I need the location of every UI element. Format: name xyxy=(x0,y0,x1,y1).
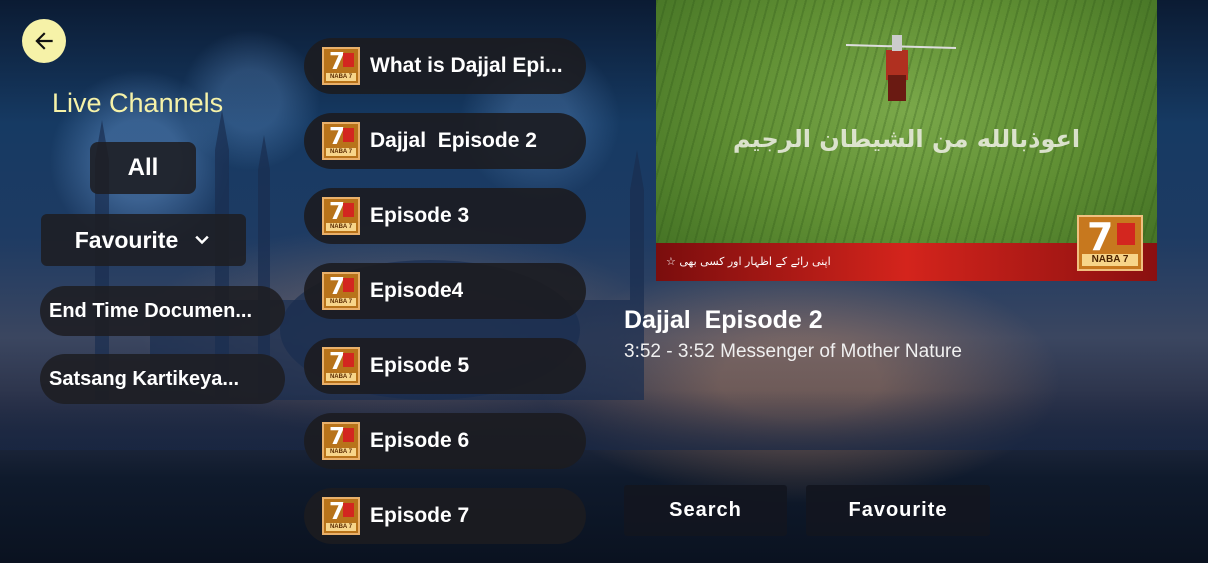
back-button[interactable] xyxy=(22,19,66,63)
channel-logo-icon: 7 NABA 7 xyxy=(322,347,360,385)
channel-name: Episode4 xyxy=(370,279,464,302)
favourite-dropdown-label: Favourite xyxy=(74,226,179,253)
channel-watermark-icon: 7 NABA 7 xyxy=(1077,215,1143,271)
arrow-left-icon xyxy=(35,32,53,50)
favourite-dropdown[interactable]: Favourite xyxy=(41,214,246,266)
page-title: Live Channels xyxy=(52,88,224,118)
category-item[interactable]: Satsang Kartikeya... xyxy=(40,354,285,404)
video-overlay-text: اعوذبالله من الشيطان الرجيم xyxy=(732,125,1081,153)
search-button-label: Search xyxy=(669,499,742,521)
now-playing-title: Dajjal Episode 2 xyxy=(624,306,823,334)
channel-logo-icon: 7 NABA 7 xyxy=(322,497,360,535)
channel-logo-icon: 7 NABA 7 xyxy=(322,272,360,310)
category-label: Satsang Kartikeya... xyxy=(49,367,240,390)
channel-item[interactable]: 7 NABA 7 Episode 5 xyxy=(304,338,586,394)
favourite-button-label: Favourite xyxy=(848,499,948,521)
category-label: End Time Documen... xyxy=(49,299,252,322)
channel-item[interactable]: 7 NABA 7 Episode 7 xyxy=(304,488,586,544)
channel-name: What is Dajjal Epi... xyxy=(370,54,563,77)
channel-logo-icon: 7 NABA 7 xyxy=(322,197,360,235)
channel-item[interactable]: 7 NABA 7 What is Dajjal Epi... xyxy=(304,38,586,94)
channel-name: Episode 3 xyxy=(370,204,470,227)
channel-name: Episode 7 xyxy=(370,504,470,527)
channel-name: Dajjal Episode 2 xyxy=(370,129,537,152)
channel-logo-icon: 7 NABA 7 xyxy=(322,122,360,160)
all-button[interactable]: All xyxy=(90,142,196,194)
channel-logo-icon: 7 NABA 7 xyxy=(322,47,360,85)
category-item[interactable]: End Time Documen... xyxy=(40,286,285,336)
channel-item[interactable]: 7 NABA 7 Episode 6 xyxy=(304,413,586,469)
tractor-image xyxy=(845,35,957,101)
channel-logo-icon: 7 NABA 7 xyxy=(322,422,360,460)
channel-name: Episode 5 xyxy=(370,354,470,377)
video-player[interactable]: اعوذبالله من الشيطان الرجيم ☆ اپنی رائے … xyxy=(656,0,1157,281)
channel-item[interactable]: 7 NABA 7 Episode 3 xyxy=(304,188,586,244)
channel-item[interactable]: 7 NABA 7 Episode4 xyxy=(304,263,586,319)
now-playing-subtitle: 3:52 - 3:52 Messenger of Mother Nature xyxy=(624,341,962,362)
channel-name: Episode 6 xyxy=(370,429,470,452)
all-label: All xyxy=(127,154,159,181)
ticker-text: ☆ اپنی رائے کے اظہار اور کسی بھی xyxy=(666,255,831,268)
channel-item[interactable]: 7 NABA 7 Dajjal Episode 2 xyxy=(304,113,586,169)
chevron-down-icon xyxy=(195,235,209,245)
search-button[interactable]: Search xyxy=(624,485,787,536)
favourite-button[interactable]: Favourite xyxy=(806,485,990,536)
